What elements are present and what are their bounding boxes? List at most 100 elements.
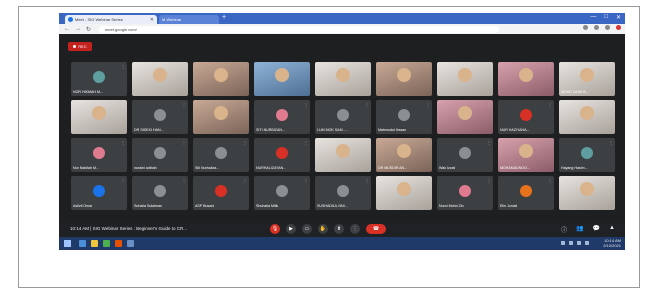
tile-options-icon[interactable]: ⋮	[487, 178, 491, 183]
participant-tile[interactable]: ⋮ Mahmudul Hasan	[376, 100, 432, 134]
tile-options-icon[interactable]: ⋮	[609, 102, 613, 107]
participant-tile[interactable]: ⋮ Asfizil Omar	[71, 176, 127, 210]
tile-options-icon[interactable]: ⋮	[182, 64, 186, 69]
maximize-button[interactable]: □	[604, 14, 608, 21]
forward-icon[interactable]: →	[75, 26, 81, 32]
captions-button[interactable]: ▭	[302, 224, 312, 234]
participant-tile[interactable]: ⋮	[376, 62, 432, 96]
tile-options-icon[interactable]: ⋮	[609, 140, 613, 145]
participant-tile[interactable]: ⋮	[437, 100, 493, 134]
tile-options-icon[interactable]: ⋮	[182, 102, 186, 107]
participant-tile[interactable]: ⋮	[315, 62, 371, 96]
participant-tile[interactable]: ⋮ LUM MOK SAM -...	[315, 100, 371, 134]
info-icon[interactable]: ⓘ	[561, 225, 567, 234]
participant-tile[interactable]: ⋮ Hayang Hasim...	[559, 138, 615, 172]
tile-options-icon[interactable]: ⋮	[548, 140, 552, 145]
tile-options-icon[interactable]: ⋮	[548, 64, 552, 69]
tile-options-icon[interactable]: ⋮	[487, 64, 491, 69]
extension-icon[interactable]	[605, 25, 610, 30]
clock[interactable]: 10:14 AM 2/10/2021	[603, 238, 621, 248]
chrome-icon[interactable]	[103, 240, 110, 247]
participant-tile[interactable]: ⋮ MOHD ZAINI B...	[559, 62, 615, 96]
tile-options-icon[interactable]: ⋮	[609, 64, 613, 69]
participant-tile[interactable]: ⋮	[498, 62, 554, 96]
tile-options-icon[interactable]: ⋮	[426, 140, 430, 145]
tile-options-icon[interactable]: ⋮	[121, 140, 125, 145]
participant-tile[interactable]: ⋮ Nurul Mohd Zin	[437, 176, 493, 210]
participant-tile[interactable]: ⋮ NOR HIKMAH M...	[71, 62, 127, 96]
back-icon[interactable]: ←	[64, 26, 70, 32]
tile-options-icon[interactable]: ⋮	[609, 178, 613, 183]
participant-tile[interactable]: ⋮ SUSHADIUL NNI...	[315, 176, 371, 210]
participant-tile[interactable]: ⋮ Siti Nurhaliza...	[193, 138, 249, 172]
tile-options-icon[interactable]: ⋮	[121, 102, 125, 107]
minimize-button[interactable]: —	[590, 14, 596, 21]
tray-icon[interactable]	[569, 241, 573, 245]
end-call-button[interactable]: ☎	[366, 224, 386, 234]
app-icon[interactable]	[127, 240, 134, 247]
participant-tile[interactable]: ⋮ Shuhaila Milik	[254, 176, 310, 210]
tile-options-icon[interactable]: ⋮	[304, 64, 308, 69]
tile-options-icon[interactable]: ⋮	[243, 64, 247, 69]
participant-tile[interactable]: ⋮ SITI NURBIZAN...	[254, 100, 310, 134]
tab-meet[interactable]: Meet - SIG Webinar Series ✕	[65, 15, 157, 24]
tile-options-icon[interactable]: ⋮	[182, 140, 186, 145]
participant-tile[interactable]: ⋮ Suhaila Sulaiman	[132, 176, 188, 210]
tray-icon[interactable]	[561, 241, 565, 245]
tray-icon[interactable]	[577, 241, 581, 245]
tile-options-icon[interactable]: ⋮	[243, 178, 247, 183]
more-options-button[interactable]: ⋮	[350, 224, 360, 234]
file-explorer-icon[interactable]	[91, 240, 98, 247]
participant-tile[interactable]: ⋮ DR MUSDIR AN...	[376, 138, 432, 172]
extension-icon[interactable]	[594, 25, 599, 30]
participant-tile[interactable]: ⋮	[71, 100, 127, 134]
participant-tile[interactable]: ⋮ Elin Juniati	[498, 176, 554, 210]
participant-tile[interactable]: ⋮	[254, 62, 310, 96]
app-icon[interactable]	[115, 240, 122, 247]
mic-button[interactable]: 🎙	[270, 224, 280, 234]
tile-options-icon[interactable]: ⋮	[426, 178, 430, 183]
participant-tile[interactable]: ⋮	[193, 62, 249, 96]
tile-options-icon[interactable]: ⋮	[548, 178, 552, 183]
camera-button[interactable]: ▶	[286, 224, 296, 234]
tile-options-icon[interactable]: ⋮	[548, 102, 552, 107]
participant-tile[interactable]: ⋮	[132, 62, 188, 96]
participant-tile[interactable]: ⋮ ASP Busani	[193, 176, 249, 210]
participant-tile[interactable]: ⋮ nuraini adibah	[132, 138, 188, 172]
participant-tile[interactable]: ⋮	[559, 176, 615, 210]
tile-options-icon[interactable]: ⋮	[121, 178, 125, 183]
tile-options-icon[interactable]: ⋮	[487, 140, 491, 145]
tray-icon[interactable]	[585, 241, 589, 245]
tile-options-icon[interactable]: ⋮	[487, 102, 491, 107]
tile-options-icon[interactable]: ⋮	[304, 140, 308, 145]
tile-options-icon[interactable]: ⋮	[365, 178, 369, 183]
profile-avatar-icon[interactable]	[616, 25, 621, 30]
tile-options-icon[interactable]: ⋮	[182, 178, 186, 183]
close-icon[interactable]: ✕	[150, 17, 154, 23]
raise-hand-button[interactable]: ✋	[318, 224, 328, 234]
participant-tile[interactable]: ⋮	[437, 62, 493, 96]
tile-options-icon[interactable]: ⋮	[304, 178, 308, 183]
participant-tile[interactable]: ⋮ MOHAMADNOO...	[498, 138, 554, 172]
tab-webinar[interactable]: M Webinar	[159, 15, 219, 24]
participant-tile[interactable]: ⋮ DR SIDEKI HAN...	[132, 100, 188, 134]
search-icon[interactable]	[79, 240, 86, 247]
participant-tile[interactable]: ⋮ Wak Izzati	[437, 138, 493, 172]
participant-tile[interactable]: ⋮ NUR HAZIYAHA...	[498, 100, 554, 134]
tile-options-icon[interactable]: ⋮	[426, 102, 430, 107]
tile-options-icon[interactable]: ⋮	[243, 140, 247, 145]
reload-icon[interactable]: ↻	[86, 26, 91, 33]
tile-options-icon[interactable]: ⋮	[304, 102, 308, 107]
participant-tile[interactable]: ⋮ Nur Nabilah M...	[71, 138, 127, 172]
activities-icon[interactable]: ▲	[609, 225, 615, 234]
participant-tile[interactable]: ⋮ NURHALIZAYAN...	[254, 138, 310, 172]
tile-options-icon[interactable]: ⋮	[365, 64, 369, 69]
tile-options-icon[interactable]: ⋮	[365, 140, 369, 145]
windows-start-icon[interactable]	[64, 240, 71, 247]
close-window-button[interactable]: ✕	[616, 14, 621, 21]
tile-options-icon[interactable]: ⋮	[365, 102, 369, 107]
participant-tile[interactable]: ⋮	[376, 176, 432, 210]
new-tab-icon[interactable]: +	[222, 14, 226, 21]
tile-options-icon[interactable]: ⋮	[243, 102, 247, 107]
url-field[interactable]: meet.google.com/	[99, 25, 500, 33]
